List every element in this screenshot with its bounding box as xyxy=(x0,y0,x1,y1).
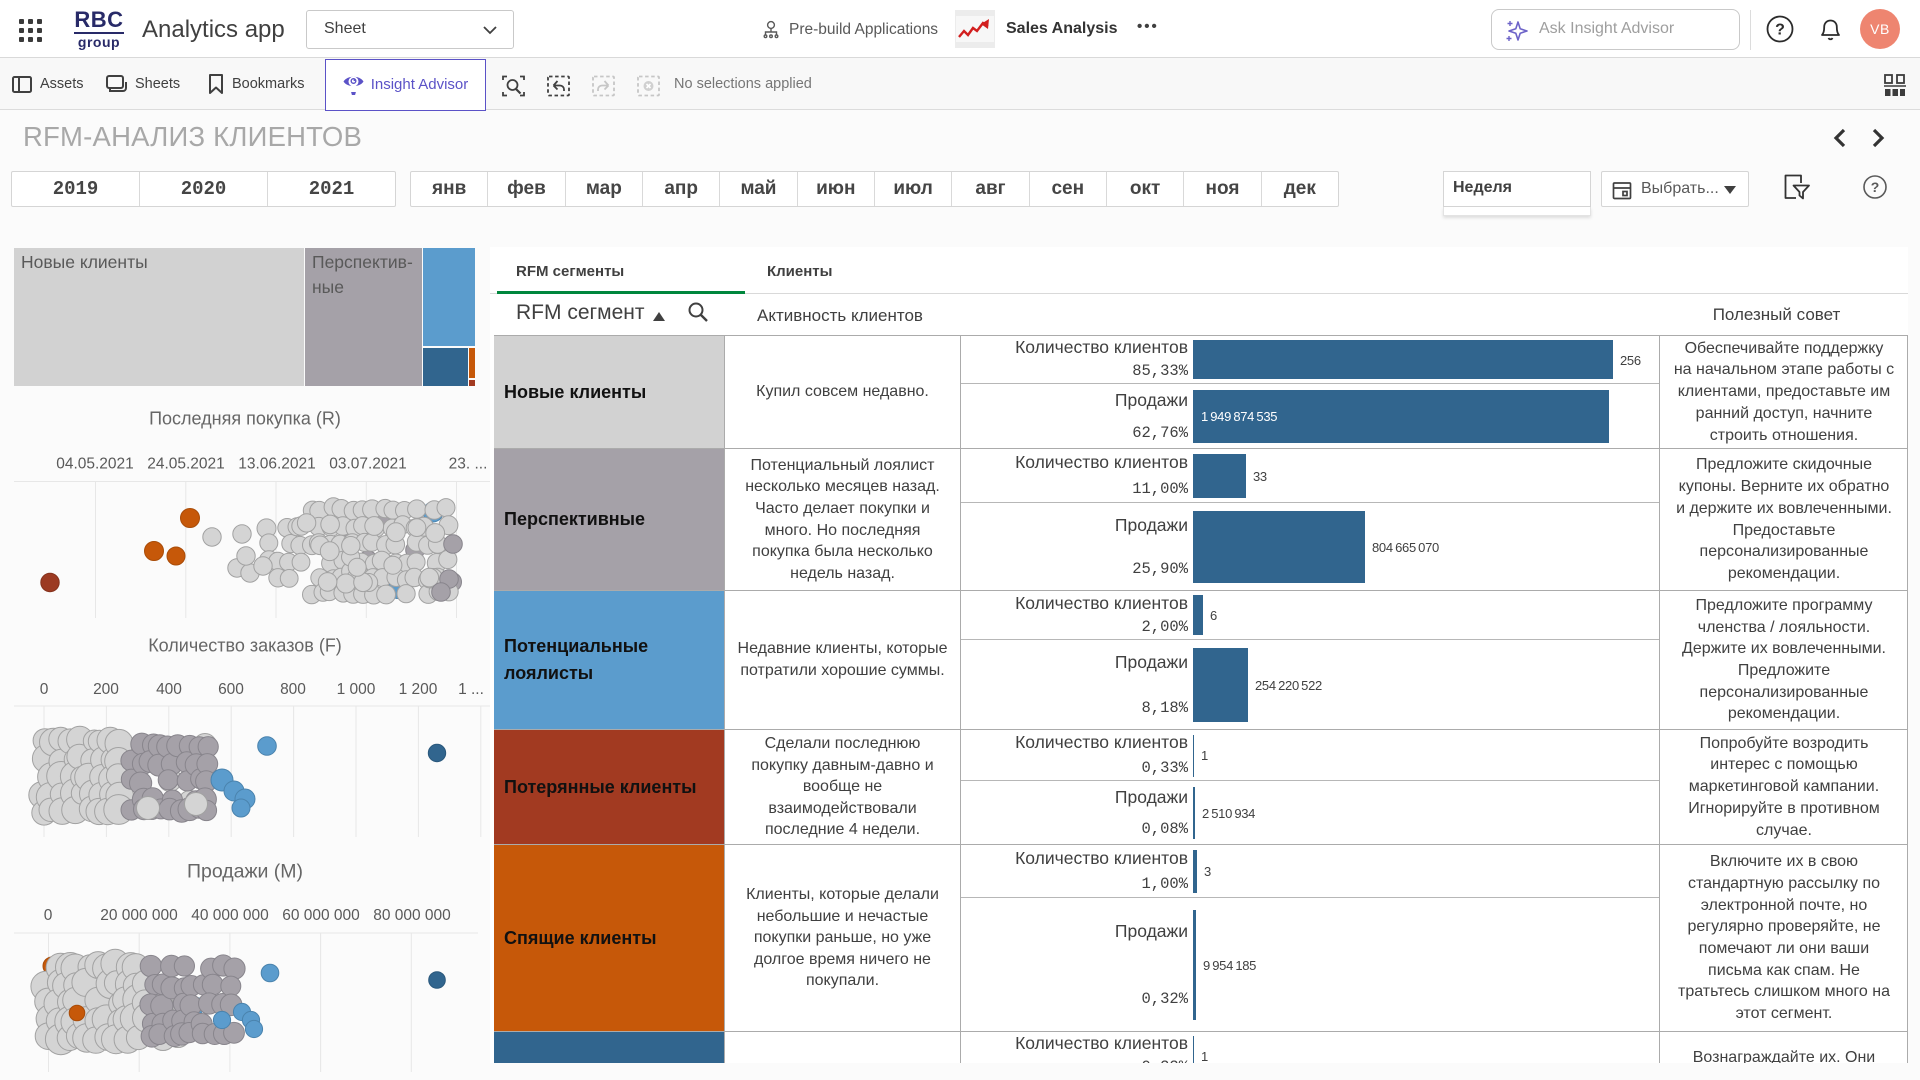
svg-text:Продажи (М): Продажи (М) xyxy=(187,861,303,883)
svg-text:1 ...: 1 ... xyxy=(458,681,484,698)
svg-text:800: 800 xyxy=(280,681,306,698)
svg-text:60 000 000: 60 000 000 xyxy=(282,907,360,924)
svg-text:Последняя покупка (R): Последняя покупка (R) xyxy=(149,409,341,429)
svg-text:20 000 000: 20 000 000 xyxy=(100,907,178,924)
svg-text:23. ...: 23. ... xyxy=(449,456,488,473)
svg-text:0: 0 xyxy=(44,907,53,924)
svg-text:24.05.2021: 24.05.2021 xyxy=(147,456,225,473)
svg-text:03.07.2021: 03.07.2021 xyxy=(329,456,407,473)
svg-text:?: ? xyxy=(1775,22,1785,39)
svg-text:40 000 000: 40 000 000 xyxy=(191,907,269,924)
svg-text:04.05.2021: 04.05.2021 xyxy=(56,456,134,473)
svg-text:200: 200 xyxy=(93,681,119,698)
svg-text:Количество заказов (F): Количество заказов (F) xyxy=(148,636,342,656)
svg-text:?: ? xyxy=(1871,179,1880,195)
svg-text:1 200: 1 200 xyxy=(399,681,438,698)
svg-text:80 000 000: 80 000 000 xyxy=(373,907,451,924)
svg-text:1 000: 1 000 xyxy=(337,681,376,698)
svg-text:0: 0 xyxy=(40,681,49,698)
svg-text:13.06.2021: 13.06.2021 xyxy=(238,456,316,473)
svg-text:600: 600 xyxy=(218,681,244,698)
svg-text:400: 400 xyxy=(156,681,182,698)
